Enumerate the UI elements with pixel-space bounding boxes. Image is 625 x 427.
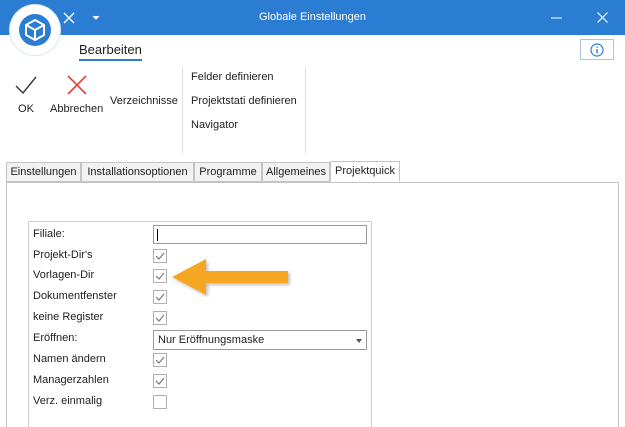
- quick-access-close-icon[interactable]: [60, 0, 78, 35]
- minimize-button[interactable]: [533, 0, 579, 35]
- ribbon-separator: [305, 67, 306, 153]
- cancel-x-icon: [67, 75, 87, 95]
- eroeffnen-value: Nur Eröffnungsmaske: [158, 334, 265, 346]
- vorlagen-dir-checkbox[interactable]: [153, 269, 167, 283]
- tab-projektquick[interactable]: Projektquick: [330, 161, 400, 182]
- managerzahlen-label: Managerzahlen: [33, 374, 109, 386]
- define-fields-button[interactable]: Felder definieren: [191, 71, 274, 83]
- verz-einmalig-checkbox[interactable]: [153, 395, 167, 409]
- tab-bearbeiten[interactable]: Bearbeiten: [79, 42, 142, 57]
- tab-einstellungen[interactable]: Einstellungen: [6, 162, 81, 182]
- title-bar: Globale Einstellungen: [0, 0, 625, 35]
- tab-installationsoptionen[interactable]: Installationsoptionen: [81, 162, 194, 182]
- projekt-dirs-checkbox[interactable]: [153, 249, 167, 263]
- check-icon: [155, 377, 165, 385]
- define-project-states-button[interactable]: Projektstati definieren: [191, 95, 297, 107]
- dropdown-arrow-icon: [356, 339, 362, 343]
- tab-allgemeines[interactable]: Allgemeines: [262, 162, 330, 182]
- eroeffnen-label: Eröffnen:: [33, 332, 78, 344]
- check-icon: [155, 314, 165, 322]
- info-button[interactable]: [580, 39, 614, 60]
- active-tab-indicator: [79, 59, 142, 61]
- ok-button[interactable]: OK: [14, 73, 38, 115]
- navigator-button[interactable]: Navigator: [191, 119, 238, 131]
- check-icon: [155, 356, 165, 364]
- managerzahlen-checkbox[interactable]: [153, 374, 167, 388]
- text-caret: [157, 229, 158, 241]
- dokumentfenster-checkbox[interactable]: [153, 290, 167, 304]
- check-icon: [155, 272, 165, 280]
- filiale-input[interactable]: [153, 225, 367, 244]
- vorlagen-dir-label: Vorlagen-Dir: [33, 269, 95, 281]
- info-icon: [590, 42, 604, 57]
- ribbon: OK Abbrechen Verzeichnisse Felder defini…: [0, 63, 625, 153]
- dokumentfenster-label: Dokumentfenster: [33, 290, 117, 302]
- ribbon-separator: [182, 67, 183, 153]
- cube-icon: [19, 14, 51, 46]
- quick-access-dropdown-icon[interactable]: [90, 0, 102, 35]
- cancel-button[interactable]: Abbrechen: [50, 73, 103, 115]
- checkmark-icon: [15, 76, 37, 95]
- namen-aendern-checkbox[interactable]: [153, 353, 167, 367]
- namen-aendern-label: Namen ändern: [33, 353, 106, 365]
- projekt-dirs-label: Projekt-Dir's: [33, 249, 93, 261]
- app-logo[interactable]: [10, 5, 60, 55]
- verz-einmalig-label: Verz. einmalig: [33, 395, 103, 407]
- ok-label: OK: [18, 103, 34, 115]
- keine-register-label: keine Register: [33, 311, 104, 323]
- keine-register-checkbox[interactable]: [153, 311, 167, 325]
- eroeffnen-select[interactable]: Nur Eröffnungsmaske: [153, 330, 367, 350]
- annotation-arrow-icon: [170, 257, 294, 300]
- check-icon: [155, 293, 165, 301]
- check-icon: [155, 252, 165, 260]
- filiale-label: Filiale:: [33, 228, 65, 240]
- directories-button[interactable]: Verzeichnisse: [110, 95, 178, 107]
- close-button[interactable]: [579, 0, 625, 35]
- cancel-label: Abbrechen: [50, 103, 104, 115]
- tab-programme[interactable]: Programme: [194, 162, 262, 182]
